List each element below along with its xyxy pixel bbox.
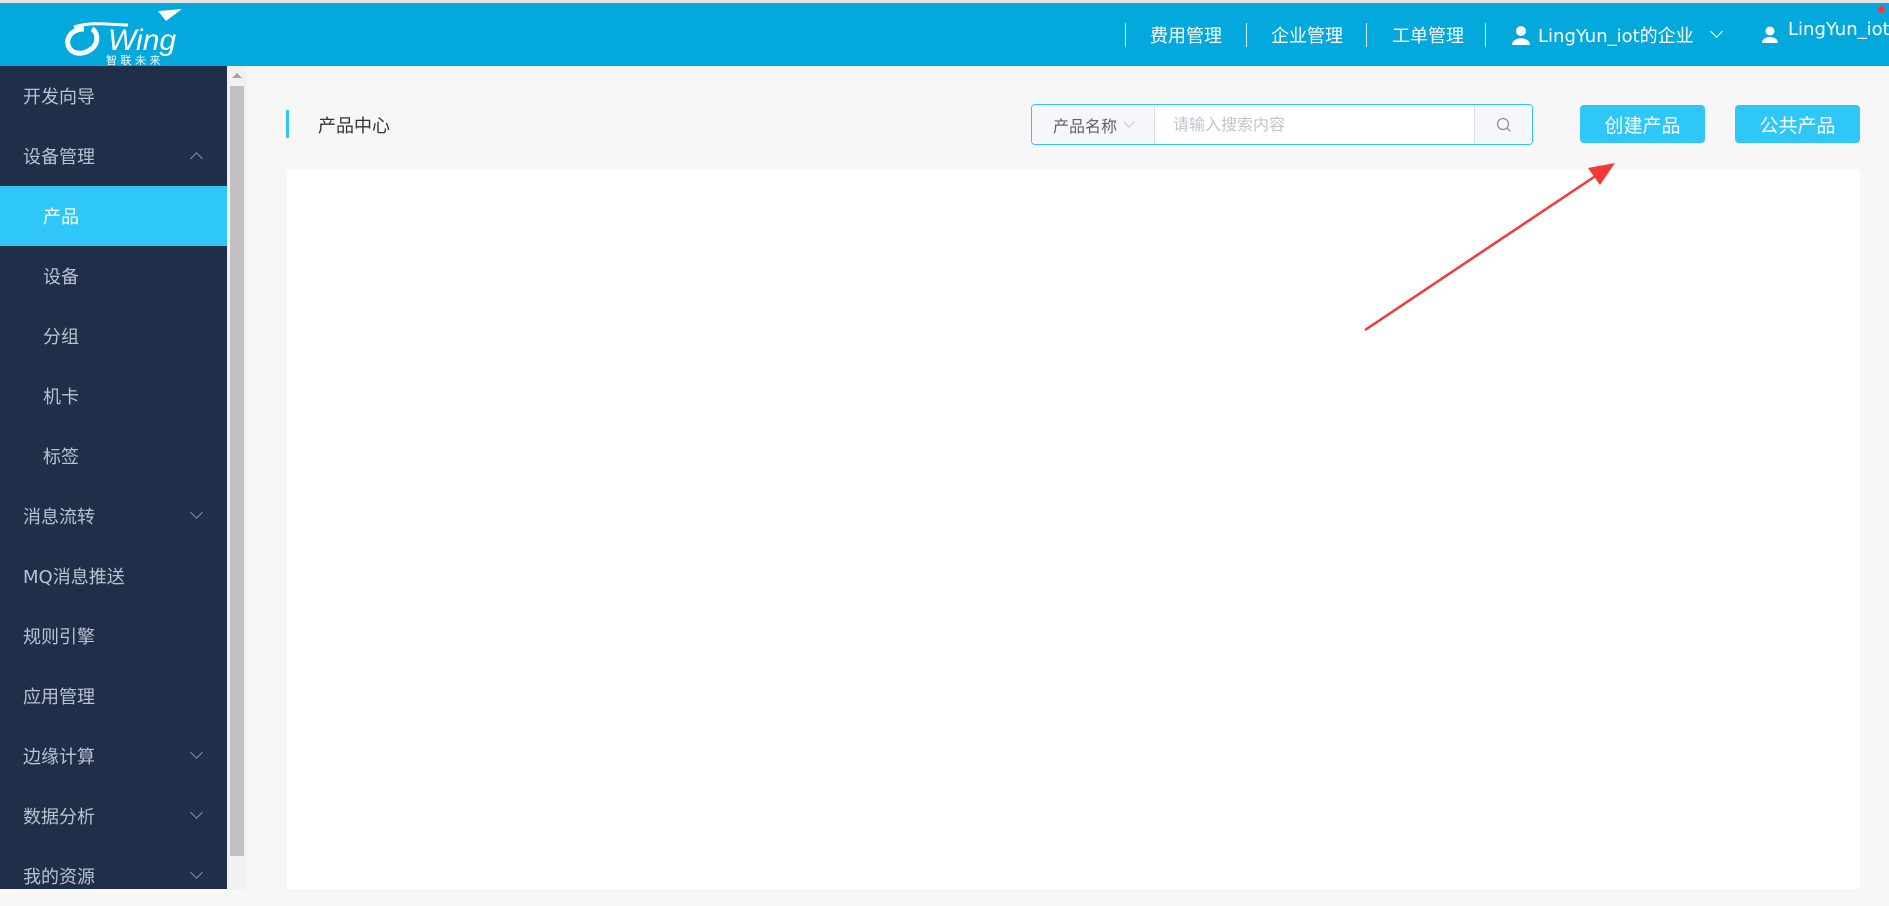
sidebar-item-mq-push[interactable]: MQ消息推送 (0, 546, 227, 606)
search-group: 产品名称 (1031, 104, 1533, 145)
sidebar-scrollbar[interactable] (227, 66, 247, 889)
nav-billing[interactable]: 费用管理 (1150, 3, 1222, 66)
chevron-down-icon (190, 866, 203, 879)
enterprise-dropdown[interactable]: LingYun_iot的企业 (1512, 3, 1723, 66)
enterprise-name: LingYun_iot的企业 (1538, 25, 1694, 47)
user-icon (1762, 26, 1778, 43)
sidebar-item-message-flow[interactable]: 消息流转 (0, 486, 227, 546)
content-panel (287, 170, 1860, 889)
label: 设备 (43, 267, 79, 288)
label: 设备管理 (23, 147, 95, 168)
label: 应用管理 (23, 687, 95, 708)
sidebar-item-data-analysis[interactable]: 数据分析 (0, 786, 227, 846)
scrollbar-thumb[interactable] (230, 86, 244, 856)
sidebar-item-device-mgmt[interactable]: 设备管理 (0, 126, 227, 186)
sidebar-item-dev-guide[interactable]: 开发向导 (0, 66, 227, 126)
nav-divider (1246, 23, 1247, 47)
chevron-up-icon (190, 152, 203, 165)
search-button[interactable] (1474, 105, 1532, 144)
label: 规则引擎 (23, 627, 95, 648)
sidebar-item-tags[interactable]: 标签 (0, 426, 227, 486)
label: 边缘计算 (23, 747, 95, 768)
nav-divider (1485, 23, 1486, 47)
label: 数据分析 (23, 807, 95, 828)
nav-enterprise[interactable]: 企业管理 (1271, 3, 1343, 66)
chevron-down-icon (190, 506, 203, 519)
sidebar-item-my-resources[interactable]: 我的资源 (0, 846, 227, 906)
chevron-down-icon (1709, 25, 1723, 38)
nav-divider (1366, 23, 1367, 47)
sidebar-item-rules-engine[interactable]: 规则引擎 (0, 606, 227, 666)
page-title: 产品中心 (318, 116, 390, 137)
label: 分组 (43, 327, 79, 348)
logo-subtitle: 智 联 未 来 (106, 53, 161, 66)
sidebar-item-edge-computing[interactable]: 边缘计算 (0, 726, 227, 786)
sidebar-item-device[interactable]: 设备 (0, 246, 227, 306)
chevron-down-icon (1123, 116, 1135, 128)
label: 机卡 (43, 387, 79, 408)
user-menu[interactable]: LingYun_iot (1762, 3, 1889, 66)
svg-text:Wing: Wing (108, 24, 176, 57)
sidebar: 开发向导 设备管理 产品 设备 分组 机卡 标签 消息流转 MQ消息推送 规则引… (0, 66, 227, 889)
label: 标签 (43, 447, 79, 468)
search-icon (1496, 117, 1511, 132)
label: MQ消息推送 (23, 567, 125, 588)
sidebar-item-sim-card[interactable]: 机卡 (0, 366, 227, 426)
sidebar-item-product[interactable]: 产品 (0, 186, 227, 246)
user-name: LingYun_iot (1788, 19, 1889, 40)
label: 产品 (43, 207, 79, 228)
public-product-button[interactable]: 公共产品 (1735, 105, 1860, 143)
top-header: Wing 智 联 未 来 费用管理 企业管理 工单管理 LingYun_iot的… (0, 0, 1889, 66)
label: 开发向导 (23, 87, 95, 108)
nav-tickets[interactable]: 工单管理 (1392, 3, 1464, 66)
sidebar-item-group[interactable]: 分组 (0, 306, 227, 366)
owing-logo[interactable]: Wing 智 联 未 来 (62, 5, 202, 66)
chevron-down-icon (190, 806, 203, 819)
label: 我的资源 (23, 867, 95, 888)
create-product-button[interactable]: 创建产品 (1580, 105, 1705, 143)
sidebar-item-app-mgmt[interactable]: 应用管理 (0, 666, 227, 726)
search-field-label: 产品名称 (1052, 116, 1117, 136)
user-icon (1512, 25, 1530, 45)
search-input[interactable] (1155, 105, 1474, 144)
notification-dot (1878, 6, 1885, 13)
label: 消息流转 (23, 507, 95, 528)
search-field-select[interactable]: 产品名称 (1032, 105, 1155, 144)
chevron-down-icon (190, 746, 203, 759)
title-accent-bar (286, 110, 289, 138)
scroll-up-arrow-icon[interactable] (232, 73, 242, 78)
nav-divider (1125, 23, 1126, 47)
